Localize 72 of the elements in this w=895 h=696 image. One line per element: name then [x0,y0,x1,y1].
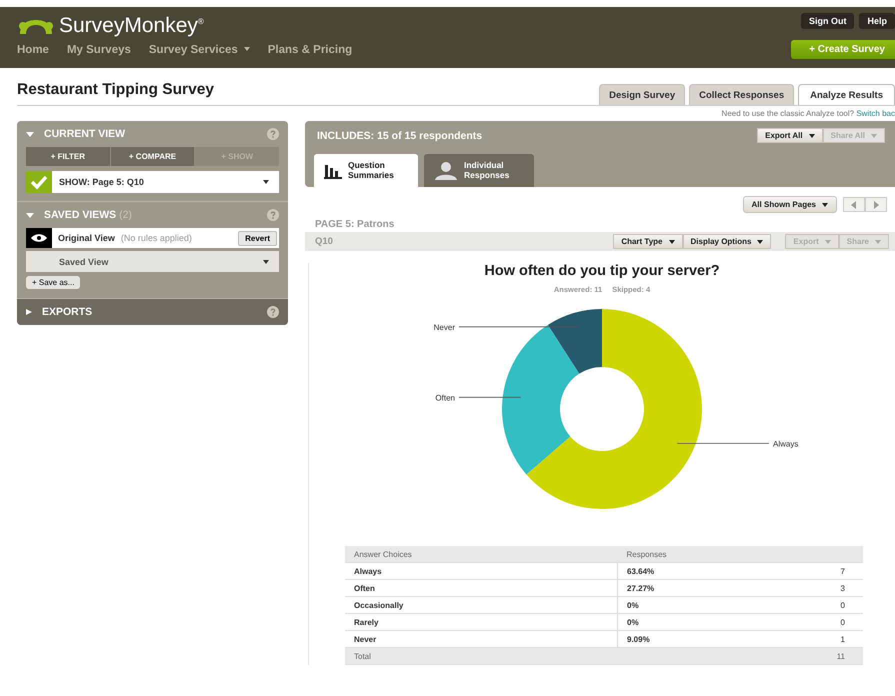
switch-link[interactable]: Switch bac [856,109,895,118]
question-title: How often do you tip your server? [483,263,721,279]
slice-label: Always [773,439,798,448]
includes-text: INCLUDES: 15 of 15 respondents [317,130,482,142]
view-tab[interactable]: Individual Responses [424,154,534,187]
table-cell: 3 [746,580,863,596]
table-cell: 0% [618,614,746,630]
table-cell: Rarely [345,614,618,630]
caret-icon [875,240,881,244]
table-cell: 27.27% [618,580,746,596]
caret-icon [824,240,831,244]
section-header[interactable]: EXPORTS [26,306,92,318]
classic-note: Need to use the classic Analyze tool? [722,109,854,118]
left-arrow-icon [851,200,857,208]
caret-icon [263,260,269,264]
survey-tab[interactable]: Design Survey [599,84,686,105]
survey-tab[interactable]: Collect Responses [689,84,794,105]
dropdown-button[interactable]: Chart Type [613,234,683,249]
caret-icon [757,240,764,244]
next-button[interactable] [865,197,887,212]
right-arrow-icon [873,200,879,208]
logo-text: SurveyMonkey$^{®}$ [59,14,204,38]
help-icon[interactable] [267,128,279,140]
dropdown-button[interactable]: Export All [757,128,823,143]
column-header: Responses [618,546,863,562]
caret-icon [668,240,675,244]
nav-link[interactable]: Home [17,44,49,56]
original-view-note: (No rules applied) [120,233,192,243]
section-header[interactable]: CURRENT VIEW [26,128,126,140]
view-tab[interactable]: Question Summaries [314,154,418,187]
question-number: Q10 [315,236,333,247]
slice-label: Often [435,393,455,402]
table-cell: 63.64% [618,562,746,580]
dropdown-button[interactable]: Display Options [682,234,772,249]
table-cell: Occasionally [345,596,618,614]
person-icon [434,162,458,180]
original-view-name: Original View [58,233,115,243]
table-cell: Often [345,580,618,596]
nav-link[interactable]: Plans & Pricing [268,44,352,56]
account-button[interactable]: Sign Out [800,13,854,29]
table-cell: Always [345,562,618,580]
help-icon[interactable] [267,209,279,221]
view-action-button[interactable]: + COMPARE [110,147,196,166]
view-action-button[interactable]: + FILTER [26,147,111,166]
nav-link[interactable]: My Surveys [66,44,131,56]
help-icon[interactable] [267,306,279,318]
previous-button[interactable] [843,197,865,212]
table-cell: Total [345,648,746,664]
table-cell: 0% [618,596,746,614]
revert-button[interactable]: Revert [238,230,277,246]
slice-label: Never [434,322,455,332]
save-as-button[interactable]: + Save as... [26,276,80,289]
check-icon [26,171,52,193]
account-button[interactable]: Help [859,13,895,29]
pages-dropdown-button[interactable]: All Shown Pages [742,196,837,213]
nav-link[interactable]: Survey Services [148,44,250,56]
caret-icon [244,47,250,52]
caret-icon [822,202,828,207]
show-rule-dropdown[interactable]: SHOW: Page 5: Q10 [26,171,279,193]
caret-icon [871,134,877,138]
saved-view-dropdown[interactable]: Saved View [26,251,279,272]
table-cell: 7 [746,562,863,580]
table-cell: 0 [746,614,863,630]
caret-icon [808,134,815,138]
table-cell: 11 [746,648,863,664]
page-title: PAGE 5: Patrons [315,219,396,230]
bar-chart-icon [324,162,342,178]
column-header: Answer Choices [345,546,618,562]
survey-title: Restaurant Tipping Survey [17,81,214,99]
caret-icon [263,180,269,184]
table-cell: 0 [746,596,863,614]
survey-tab[interactable]: Analyze Results [798,84,895,105]
